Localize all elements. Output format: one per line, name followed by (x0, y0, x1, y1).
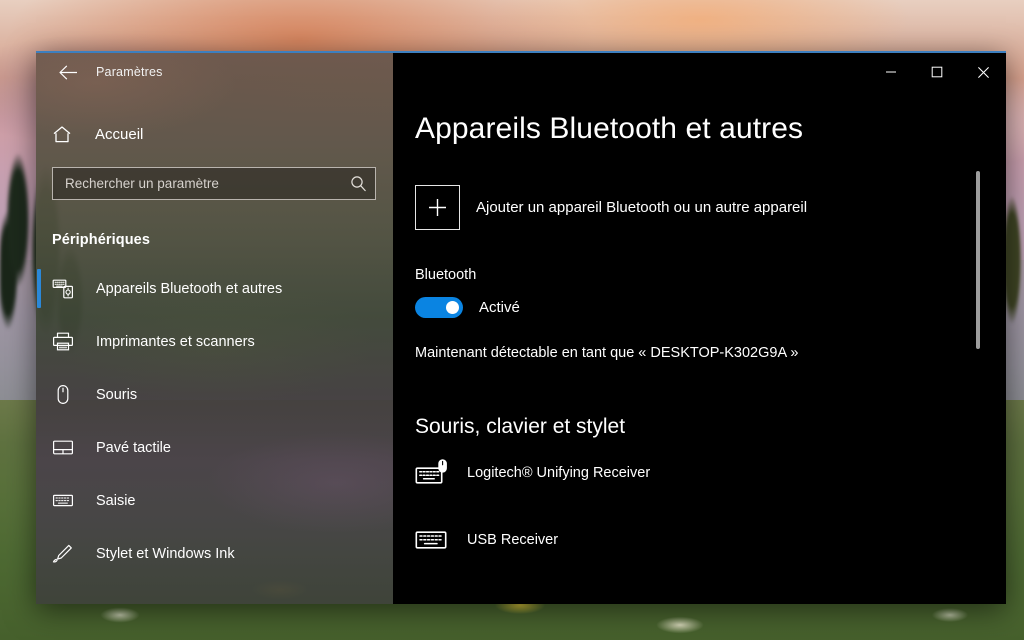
bluetooth-devices-icon (52, 278, 86, 299)
home-icon (52, 125, 84, 144)
window-controls (868, 53, 1006, 91)
toggle-knob (446, 301, 459, 314)
back-arrow-icon (58, 65, 77, 79)
bluetooth-section-label: Bluetooth (415, 267, 477, 283)
bluetooth-toggle-state: Activé (479, 299, 520, 316)
settings-window: Paramètres Accueil Périphériques (36, 51, 1006, 604)
back-button[interactable] (50, 57, 86, 87)
sidebar-item-label: Souris (96, 386, 138, 403)
device-list-item[interactable]: USB Receiver (415, 520, 875, 560)
device-list-item[interactable]: Logitech® Unifying Receiver (415, 453, 875, 493)
sidebar-item-typing[interactable]: Saisie (36, 474, 393, 527)
sidebar-item-mouse[interactable]: Souris (36, 368, 393, 421)
add-device-button[interactable]: Ajouter un appareil Bluetooth ou un autr… (415, 185, 807, 230)
selection-indicator (37, 269, 41, 308)
settings-content-pane: Appareils Bluetooth et autres Ajouter un… (393, 53, 1006, 604)
search-icon[interactable] (341, 175, 375, 192)
devices-group-title: Souris, clavier et stylet (415, 415, 626, 438)
minimize-button[interactable] (868, 53, 914, 91)
search-input[interactable] (53, 176, 341, 191)
sidebar-item-label: Pavé tactile (96, 439, 171, 456)
keyboard-mouse-icon (415, 458, 461, 488)
sidebar-item-touchpad[interactable]: Pavé tactile (36, 421, 393, 474)
sidebar-item-printers-scanners[interactable]: Imprimantes et scanners (36, 315, 393, 368)
search-box[interactable] (52, 167, 376, 200)
sidebar-item-label: Saisie (96, 492, 136, 509)
window-titlebar: Paramètres (36, 53, 393, 91)
close-button[interactable] (960, 53, 1006, 91)
touchpad-icon (52, 437, 86, 458)
sidebar-item-pen-windows-ink[interactable]: Stylet et Windows Ink (36, 527, 393, 580)
minimize-icon (886, 71, 896, 73)
maximize-button[interactable] (914, 53, 960, 91)
bluetooth-toggle-row: Activé (415, 297, 520, 318)
page-title: Appareils Bluetooth et autres (415, 112, 804, 145)
bluetooth-toggle[interactable] (415, 297, 463, 318)
close-icon (977, 66, 989, 78)
scrollbar-thumb[interactable] (976, 171, 980, 349)
keyboard-icon (415, 528, 461, 552)
sidebar-item-label: Appareils Bluetooth et autres (96, 280, 283, 297)
printer-icon (52, 331, 86, 352)
pen-icon (52, 543, 86, 564)
devices-list: Logitech® Unifying Receiver USB Receiver (415, 453, 875, 587)
discoverable-text: Maintenant détectable en tant que « DESK… (415, 345, 799, 361)
sidebar-item-label: Stylet et Windows Ink (96, 545, 235, 562)
device-name: USB Receiver (467, 532, 559, 548)
app-title: Paramètres (96, 65, 163, 79)
sidebar-nav-list: Appareils Bluetooth et autres Imprimante… (36, 262, 393, 580)
settings-sidebar: Paramètres Accueil Périphériques (36, 53, 393, 604)
maximize-icon (931, 66, 943, 78)
typing-keyboard-icon (52, 490, 86, 511)
device-name: Logitech® Unifying Receiver (467, 465, 651, 481)
sidebar-item-home-label: Accueil (95, 125, 144, 143)
sidebar-section-title: Périphériques (52, 232, 150, 248)
sidebar-item-label: Imprimantes et scanners (96, 333, 255, 350)
mouse-icon (52, 384, 86, 405)
plus-icon (415, 185, 460, 230)
sidebar-item-home[interactable]: Accueil (36, 114, 393, 154)
add-device-label: Ajouter un appareil Bluetooth ou un autr… (476, 199, 808, 216)
content-scrollbar[interactable] (976, 163, 980, 593)
sidebar-item-bluetooth-devices[interactable]: Appareils Bluetooth et autres (36, 262, 393, 315)
